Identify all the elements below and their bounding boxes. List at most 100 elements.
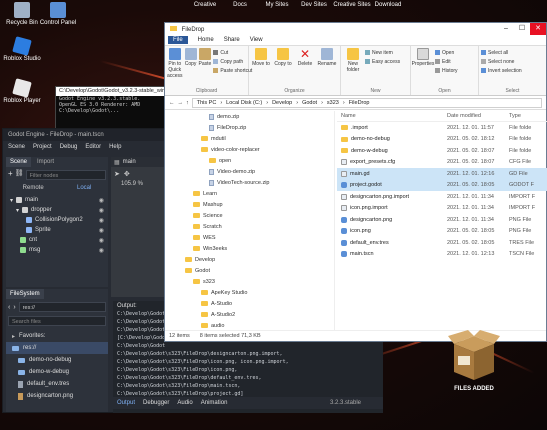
close-icon[interactable]: ✕ (530, 23, 546, 35)
zoom-level[interactable]: 105.9 % (111, 181, 166, 187)
properties-button[interactable]: Properties (412, 48, 434, 67)
nav-item[interactable]: FileDrop.zip (165, 122, 334, 133)
tab-output[interactable]: Output (117, 400, 135, 406)
edit-button[interactable]: Edit (435, 57, 458, 66)
fs-file-default-env[interactable]: default_env.tres (6, 378, 108, 390)
new-item-button[interactable]: New item (365, 48, 400, 57)
desktop-icon-roblox-player[interactable]: Roblox Player (0, 78, 44, 104)
maximize-icon[interactable]: ☐ (514, 23, 530, 35)
column-type[interactable]: Type (509, 113, 547, 119)
file-row[interactable]: export_presets.cfg 2021. 05. 02. 18:07 CFG… (337, 157, 547, 169)
pin-quick-access-button[interactable]: Pin to Quick access (167, 48, 183, 79)
nav-item[interactable]: Video-demo.zip (165, 166, 334, 177)
file-row[interactable]: icon.png 2021. 05. 02. 18:05 PNG File (337, 226, 547, 238)
minimize-icon[interactable]: – (498, 23, 514, 35)
file-row[interactable]: default_env.tres 2021. 05. 02. 18:05 TRES … (337, 237, 547, 249)
desktop-icon-control-panel[interactable]: Control Panel (36, 2, 80, 26)
fs-folder-demo-w-debug[interactable]: demo-w-debug (6, 366, 108, 378)
tree-node-sprite[interactable]: Sprite ◉ (10, 225, 108, 235)
breadcrumb-develop[interactable]: Develop (272, 100, 292, 106)
open-button[interactable]: Open (435, 48, 458, 57)
tab-scene[interactable]: Scene (6, 157, 32, 167)
select-tool-icon[interactable]: ➤ (114, 170, 120, 178)
visibility-icon[interactable]: ◉ (99, 197, 104, 204)
nav-item[interactable]: ApeKey Studio (165, 287, 334, 298)
select-none-button[interactable]: Select none (481, 57, 522, 66)
breadcrumb-godot[interactable]: Godot (302, 100, 317, 106)
search-files-input[interactable]: Search files (8, 316, 106, 326)
file-explorer-window[interactable]: FileDrop – ☐ ✕ File Home Share View Pin … (164, 22, 547, 342)
delete-button[interactable]: ✕ Delete (295, 48, 315, 67)
new-folder-button[interactable]: New folder (343, 48, 363, 73)
nav-item[interactable]: A-Studio2 (165, 309, 334, 320)
file-row[interactable]: designcarton.png 2021. 12. 01. 11:34 PNG F… (337, 214, 547, 226)
nav-item[interactable]: Learn (165, 188, 334, 199)
address-bar[interactable]: This PC › Local Disk (C:) › Develop › Godot… (191, 97, 542, 108)
breadcrumb-local-disk[interactable]: Local Disk (C:) (226, 100, 262, 106)
editor-tab-main[interactable]: main (123, 159, 136, 165)
tab-animation[interactable]: Animation (201, 400, 228, 406)
visibility-icon[interactable]: ◉ (99, 247, 104, 254)
move-tool-icon[interactable]: ✥ (124, 170, 130, 178)
history-button[interactable]: History (435, 66, 458, 75)
forward-arrow-icon[interactable]: → (178, 100, 184, 106)
paste-button[interactable]: Paste (199, 48, 211, 67)
fs-folder-res[interactable]: res:// (6, 342, 108, 354)
nav-item[interactable]: open (165, 155, 334, 166)
file-row[interactable]: icon.png.import 2021. 12. 01. 11:34 IMPORT… (337, 203, 547, 215)
menu-scene[interactable]: Scene (8, 144, 25, 150)
forward-arrow-icon[interactable]: › (13, 304, 15, 311)
copy-to-button[interactable]: Copy to (273, 48, 293, 67)
filesystem-path[interactable]: res:// (18, 302, 106, 312)
file-row[interactable]: project.godot 2021. 05. 02. 18:05 GODOT F (337, 179, 547, 191)
back-arrow-icon[interactable]: ‹ (8, 304, 10, 311)
menu-project[interactable]: Project (33, 144, 52, 150)
back-arrow-icon[interactable]: ← (169, 100, 175, 106)
nav-item[interactable]: s323 (165, 276, 334, 287)
tree-node-msg[interactable]: msg ◉ (10, 245, 108, 255)
select-all-button[interactable]: Select all (481, 48, 522, 57)
breadcrumb-s323[interactable]: s323 (327, 100, 339, 106)
tree-node-dropper[interactable]: ▾ dropper ◉ (10, 205, 108, 215)
local-tab[interactable]: Local (77, 185, 91, 191)
ribbon-tab-share[interactable]: Share (224, 37, 240, 43)
nav-item[interactable]: Science (165, 210, 334, 221)
move-to-button[interactable]: Move to (251, 48, 271, 67)
navigation-pane[interactable]: demo.zip FileDrop.zip mdutil video-color-re… (165, 111, 335, 331)
ribbon-tab-view[interactable]: View (250, 37, 263, 43)
nav-item[interactable]: VideoTech-source.zip (165, 177, 334, 188)
copy-path-button[interactable]: Copy path (213, 57, 252, 66)
nav-item[interactable]: Develop (165, 254, 334, 265)
nav-item[interactable]: Scratch (165, 221, 334, 232)
visibility-icon[interactable]: ◉ (99, 227, 104, 234)
copy-button[interactable]: Copy (184, 48, 197, 67)
editor-viewport[interactable]: ▦ main ➤ ✥ 105.9 % (111, 157, 166, 297)
favorites-header[interactable]: ▸ Favorites: (6, 330, 108, 342)
breadcrumb-filedrop[interactable]: FileDrop (349, 100, 370, 106)
ribbon-tab-home[interactable]: Home (198, 37, 214, 43)
visibility-icon[interactable]: ◉ (99, 207, 104, 214)
nav-item[interactable]: A-Studio (165, 298, 334, 309)
collapse-icon[interactable]: ▾ (16, 207, 19, 214)
tree-node-main[interactable]: ▾ main ◉ (10, 195, 108, 205)
menu-help[interactable]: Help (109, 144, 121, 150)
file-row[interactable]: designcarton.png.import 2021. 12. 01. 11:… (337, 191, 547, 203)
desktop-icon-roblox-studio[interactable]: Roblox Studio (0, 36, 44, 62)
ribbon-tab-file[interactable]: File (168, 36, 188, 44)
nav-item[interactable]: mdutil (165, 133, 334, 144)
file-row[interactable]: main.tscn 2021. 12. 01. 12:13 TSCN File (337, 249, 547, 261)
visibility-icon[interactable]: ◉ (99, 217, 104, 224)
tab-import[interactable]: Import (33, 157, 58, 167)
nav-item[interactable]: Win3eeks (165, 243, 334, 254)
menu-editor[interactable]: Editor (85, 144, 101, 150)
easy-access-button[interactable]: Easy access (365, 57, 400, 66)
file-row[interactable]: demo-no-debug 2021. 05. 02. 18:12 File fol… (337, 134, 547, 146)
remote-tab[interactable]: Remote (23, 185, 44, 191)
tab-audio[interactable]: Audio (177, 400, 192, 406)
file-row[interactable]: demo-w-debug 2021. 05. 02. 18:07 File fold… (337, 145, 547, 157)
cut-button[interactable]: Cut (213, 48, 252, 57)
nav-item[interactable]: demo.zip (165, 111, 334, 122)
paste-shortcut-button[interactable]: Paste shortcut (213, 66, 252, 75)
tree-node-cnt[interactable]: cnt ◉ (10, 235, 108, 245)
filter-nodes-input[interactable]: Filter nodes (25, 170, 106, 180)
